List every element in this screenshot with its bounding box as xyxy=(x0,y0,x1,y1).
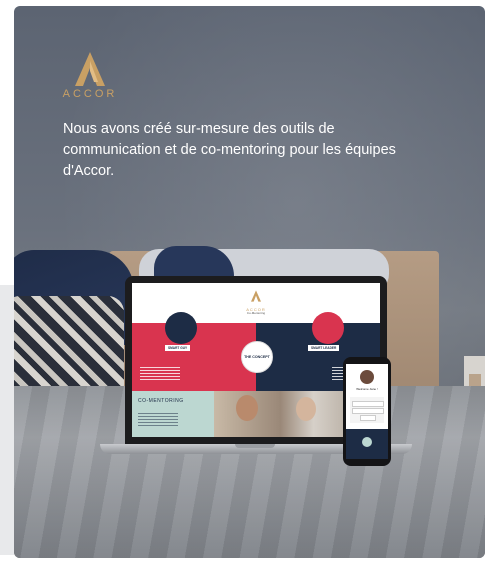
concept-badge: THE CONCEPT xyxy=(241,341,273,373)
site-logo: ACCOR xyxy=(244,289,268,312)
phone-dot xyxy=(362,437,372,447)
phone-button xyxy=(360,415,376,421)
person-icon xyxy=(296,397,316,421)
person-icon xyxy=(236,395,258,421)
phone-welcome-text: Welcome Jane ! xyxy=(356,387,378,391)
co-mentoring-title: CO-MENTORING xyxy=(138,398,184,404)
phone-field xyxy=(352,401,384,407)
avatar xyxy=(360,370,374,384)
site-subtitle: Co-Mentoring xyxy=(246,311,266,315)
phone-form xyxy=(350,397,384,423)
left-page-strip xyxy=(0,285,14,555)
accor-logo: ACCOR xyxy=(58,52,122,100)
text-lines xyxy=(140,367,180,381)
phone-screen: Welcome Jane ! xyxy=(346,364,388,459)
co-mentoring-panel: CO-MENTORING xyxy=(132,391,214,437)
phone-mockup: Welcome Jane ! xyxy=(343,357,391,466)
smart-leader-circle xyxy=(312,312,344,344)
smart-leader-tag: SMART LEADER xyxy=(308,345,340,351)
smart-guy-tag: SMART GUY xyxy=(165,345,191,351)
accor-logo-icon xyxy=(75,52,105,86)
card-headline: Nous avons créé sur-mesure des outils de… xyxy=(63,121,396,179)
laptop-notch xyxy=(235,444,275,448)
project-card[interactable]: ACCOR Nous avons créé sur-mesure des out… xyxy=(14,6,485,558)
phone-field xyxy=(352,408,384,414)
site-logo-icon xyxy=(251,290,261,302)
phone-navy-panel xyxy=(346,429,388,459)
smart-guy-circle xyxy=(165,312,197,344)
text-lines xyxy=(138,413,178,427)
accor-logo-text: ACCOR xyxy=(62,88,118,100)
